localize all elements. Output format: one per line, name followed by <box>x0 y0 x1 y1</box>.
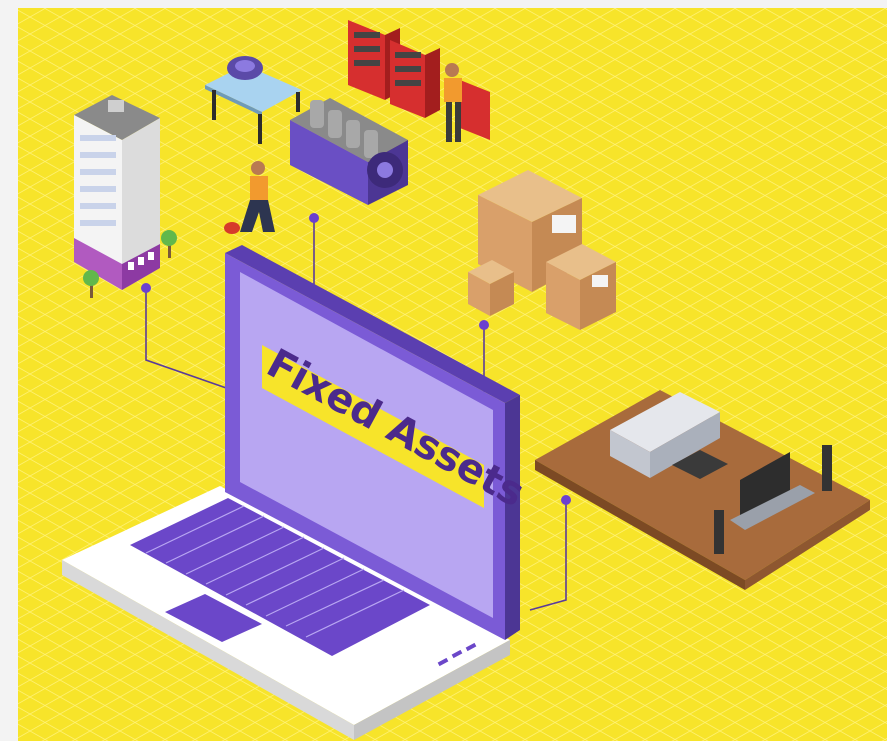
fixed-assets-illustration: Fixed Assets <box>0 0 887 741</box>
